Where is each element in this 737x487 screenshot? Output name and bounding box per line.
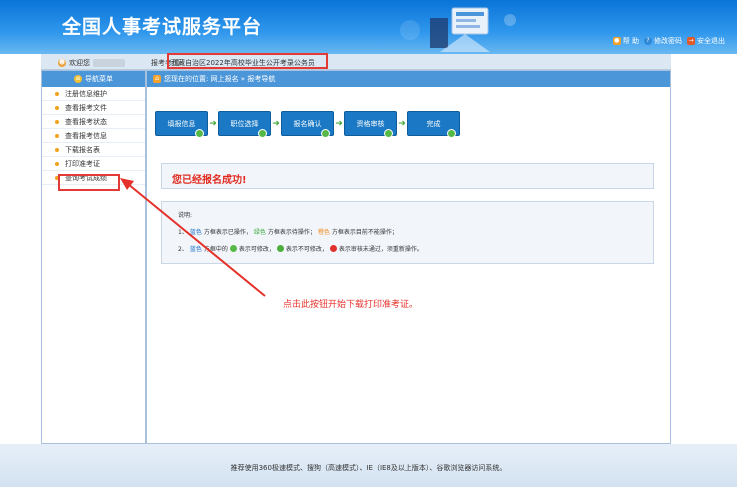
step-complete[interactable]: 完成 [407,111,460,138]
footer: 推荐使用360极速模式、搜狗（高速模式）、IE（IE8及以上版本）、谷歌浏览器访… [0,444,737,487]
site-title: 全国人事考试服务平台 [62,16,263,38]
editable-icon [229,245,237,252]
welcome-label: 欢迎您 [69,59,90,67]
sidebar: ≡ 导航菜单 注册信息维护 查看报考文件 查看报考状态 查看报考信息 下载报名表… [41,70,146,444]
arrow-right-icon: ➜ [209,118,217,129]
success-panel: 您已经报名成功! [161,163,654,189]
bullet-icon [55,91,59,96]
sidebar-item-print-ticket[interactable]: 打印准考证 [42,157,145,171]
user-icon: ☻ [58,59,66,67]
step-qualification-review[interactable]: 资格审核 [344,111,397,138]
exit-icon: → [687,37,695,45]
lock-icon: ● [612,37,621,45]
rejected-icon [329,245,337,252]
bullet-icon [55,161,59,166]
header-links: ● 帮 助 ? 修改密码 → 安全退出 [612,36,725,46]
arrow-right-icon: ➜ [272,118,280,129]
status-dot-icon [447,129,456,138]
sidebar-item-apply-status[interactable]: 查看报考状态 [42,115,145,129]
sidebar-item-apply-info[interactable]: 查看报考信息 [42,129,145,143]
step-position-select[interactable]: 职位选择 [218,111,271,138]
bullet-icon [55,147,59,152]
logout-link[interactable]: → 安全退出 [687,36,725,46]
not-editable-icon [276,245,284,252]
user-info-bar: ☻ 欢迎您 报考考试: 西藏自治区2022年高校毕业生公开考录公务员 [41,54,671,70]
main-panel: ⌂ 您现在的位置: 网上报名 » 报考导航 填报信息 ➜ 职位选择 ➜ 报名确认… [146,70,671,444]
sidebar-header: ≡ 导航菜单 [42,71,145,87]
success-message: 您已经报名成功! [172,175,247,186]
header-banner: 全国人事考试服务平台 ● 帮 助 ? 修改密码 → 安全退出 [0,0,737,54]
sidebar-item-exam-files[interactable]: 查看报考文件 [42,101,145,115]
banner-illustration [400,7,516,52]
home-icon: ⌂ [153,75,161,83]
username-masked [93,59,125,67]
step-confirm[interactable]: 报名确认 [281,111,334,138]
arrow-right-icon: ➜ [335,118,343,129]
bullet-icon [55,133,59,138]
status-dot-icon [195,129,204,138]
status-dot-icon [258,129,267,138]
status-dot-icon [321,129,330,138]
explanation-line-2: 2、 蓝色 方框中的 表示可修改， 表示不可修改， 表示审核未通过，须重新操作。 [178,245,423,253]
annotation-text: 点击此按钮开始下载打印准考证。 [283,300,419,310]
help-link[interactable]: ● 帮 助 [612,36,639,46]
sidebar-item-register-info[interactable]: 注册信息维护 [42,87,145,101]
explanation-title: 说明: [178,212,193,219]
menu-icon: ≡ [74,75,82,83]
bullet-icon [55,105,59,110]
print-ticket-highlight-box [58,174,120,191]
footer-text: 推荐使用360极速模式、搜狗（高速模式）、IE（IE8及以上版本）、谷歌浏览器访… [230,464,507,472]
step-fill-info[interactable]: 填报信息 [155,111,208,138]
sidebar-item-download-form[interactable]: 下载报名表 [42,143,145,157]
question-icon: ? [644,37,652,45]
welcome-area: ☻ 欢迎您 [58,58,125,68]
explanation-panel: 说明: 1、 蓝色 方框表示已操作， 绿色 方框表示待操作； 橙色 方框表示目前… [161,201,654,264]
breadcrumb: ⌂ 您现在的位置: 网上报名 » 报考导航 [147,71,670,87]
explanation-line-1: 1、 蓝色 方框表示已操作， 绿色 方框表示待操作； 橙色 方框表示目前不能操作… [178,229,398,236]
arrow-right-icon: ➜ [398,118,406,129]
exam-highlight-box [167,53,328,69]
step-flow: 填报信息 ➜ 职位选择 ➜ 报名确认 ➜ 资格审核 ➜ 完成 [155,111,460,138]
change-password-link[interactable]: ? 修改密码 [644,36,682,46]
bullet-icon [55,119,59,124]
status-dot-icon [384,129,393,138]
